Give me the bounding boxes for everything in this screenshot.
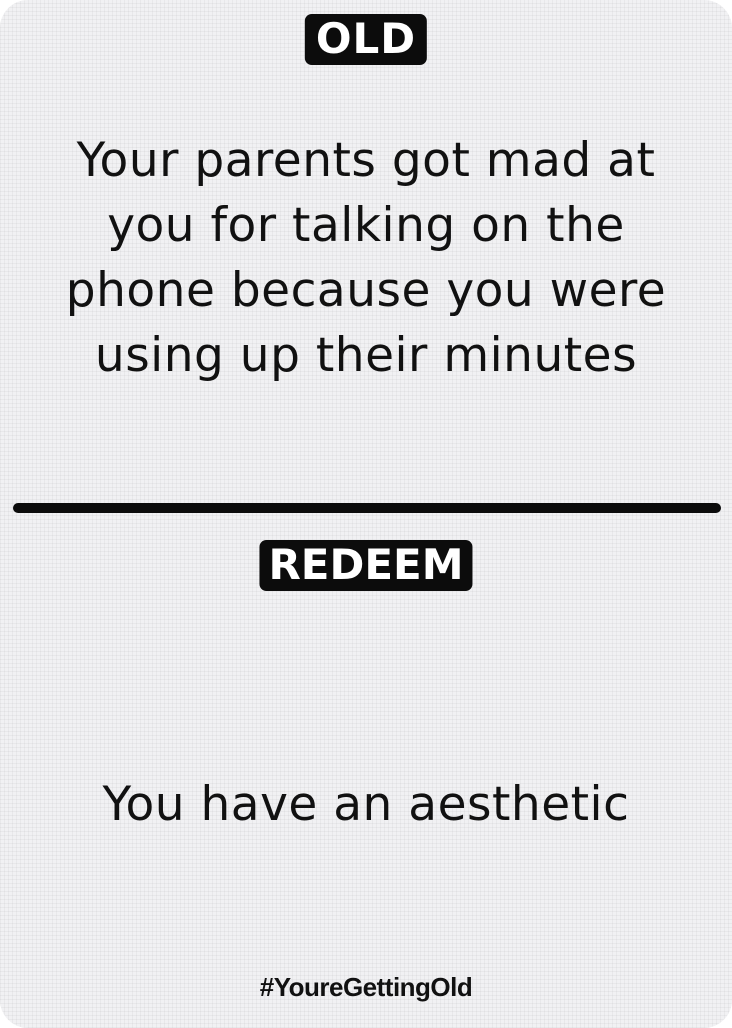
old-statement: Your parents got mad at you for talking …: [65, 133, 667, 383]
game-card: OLD Your parents got mad at you for talk…: [0, 0, 732, 1028]
hashtag-footer: #YoureGettingOld: [259, 972, 473, 1002]
redeem-statement: You have an aesthetic: [102, 777, 630, 832]
redeem-label-badge: REDEEM: [259, 540, 473, 591]
section-divider: [13, 503, 721, 513]
old-label-badge: OLD: [304, 14, 428, 65]
